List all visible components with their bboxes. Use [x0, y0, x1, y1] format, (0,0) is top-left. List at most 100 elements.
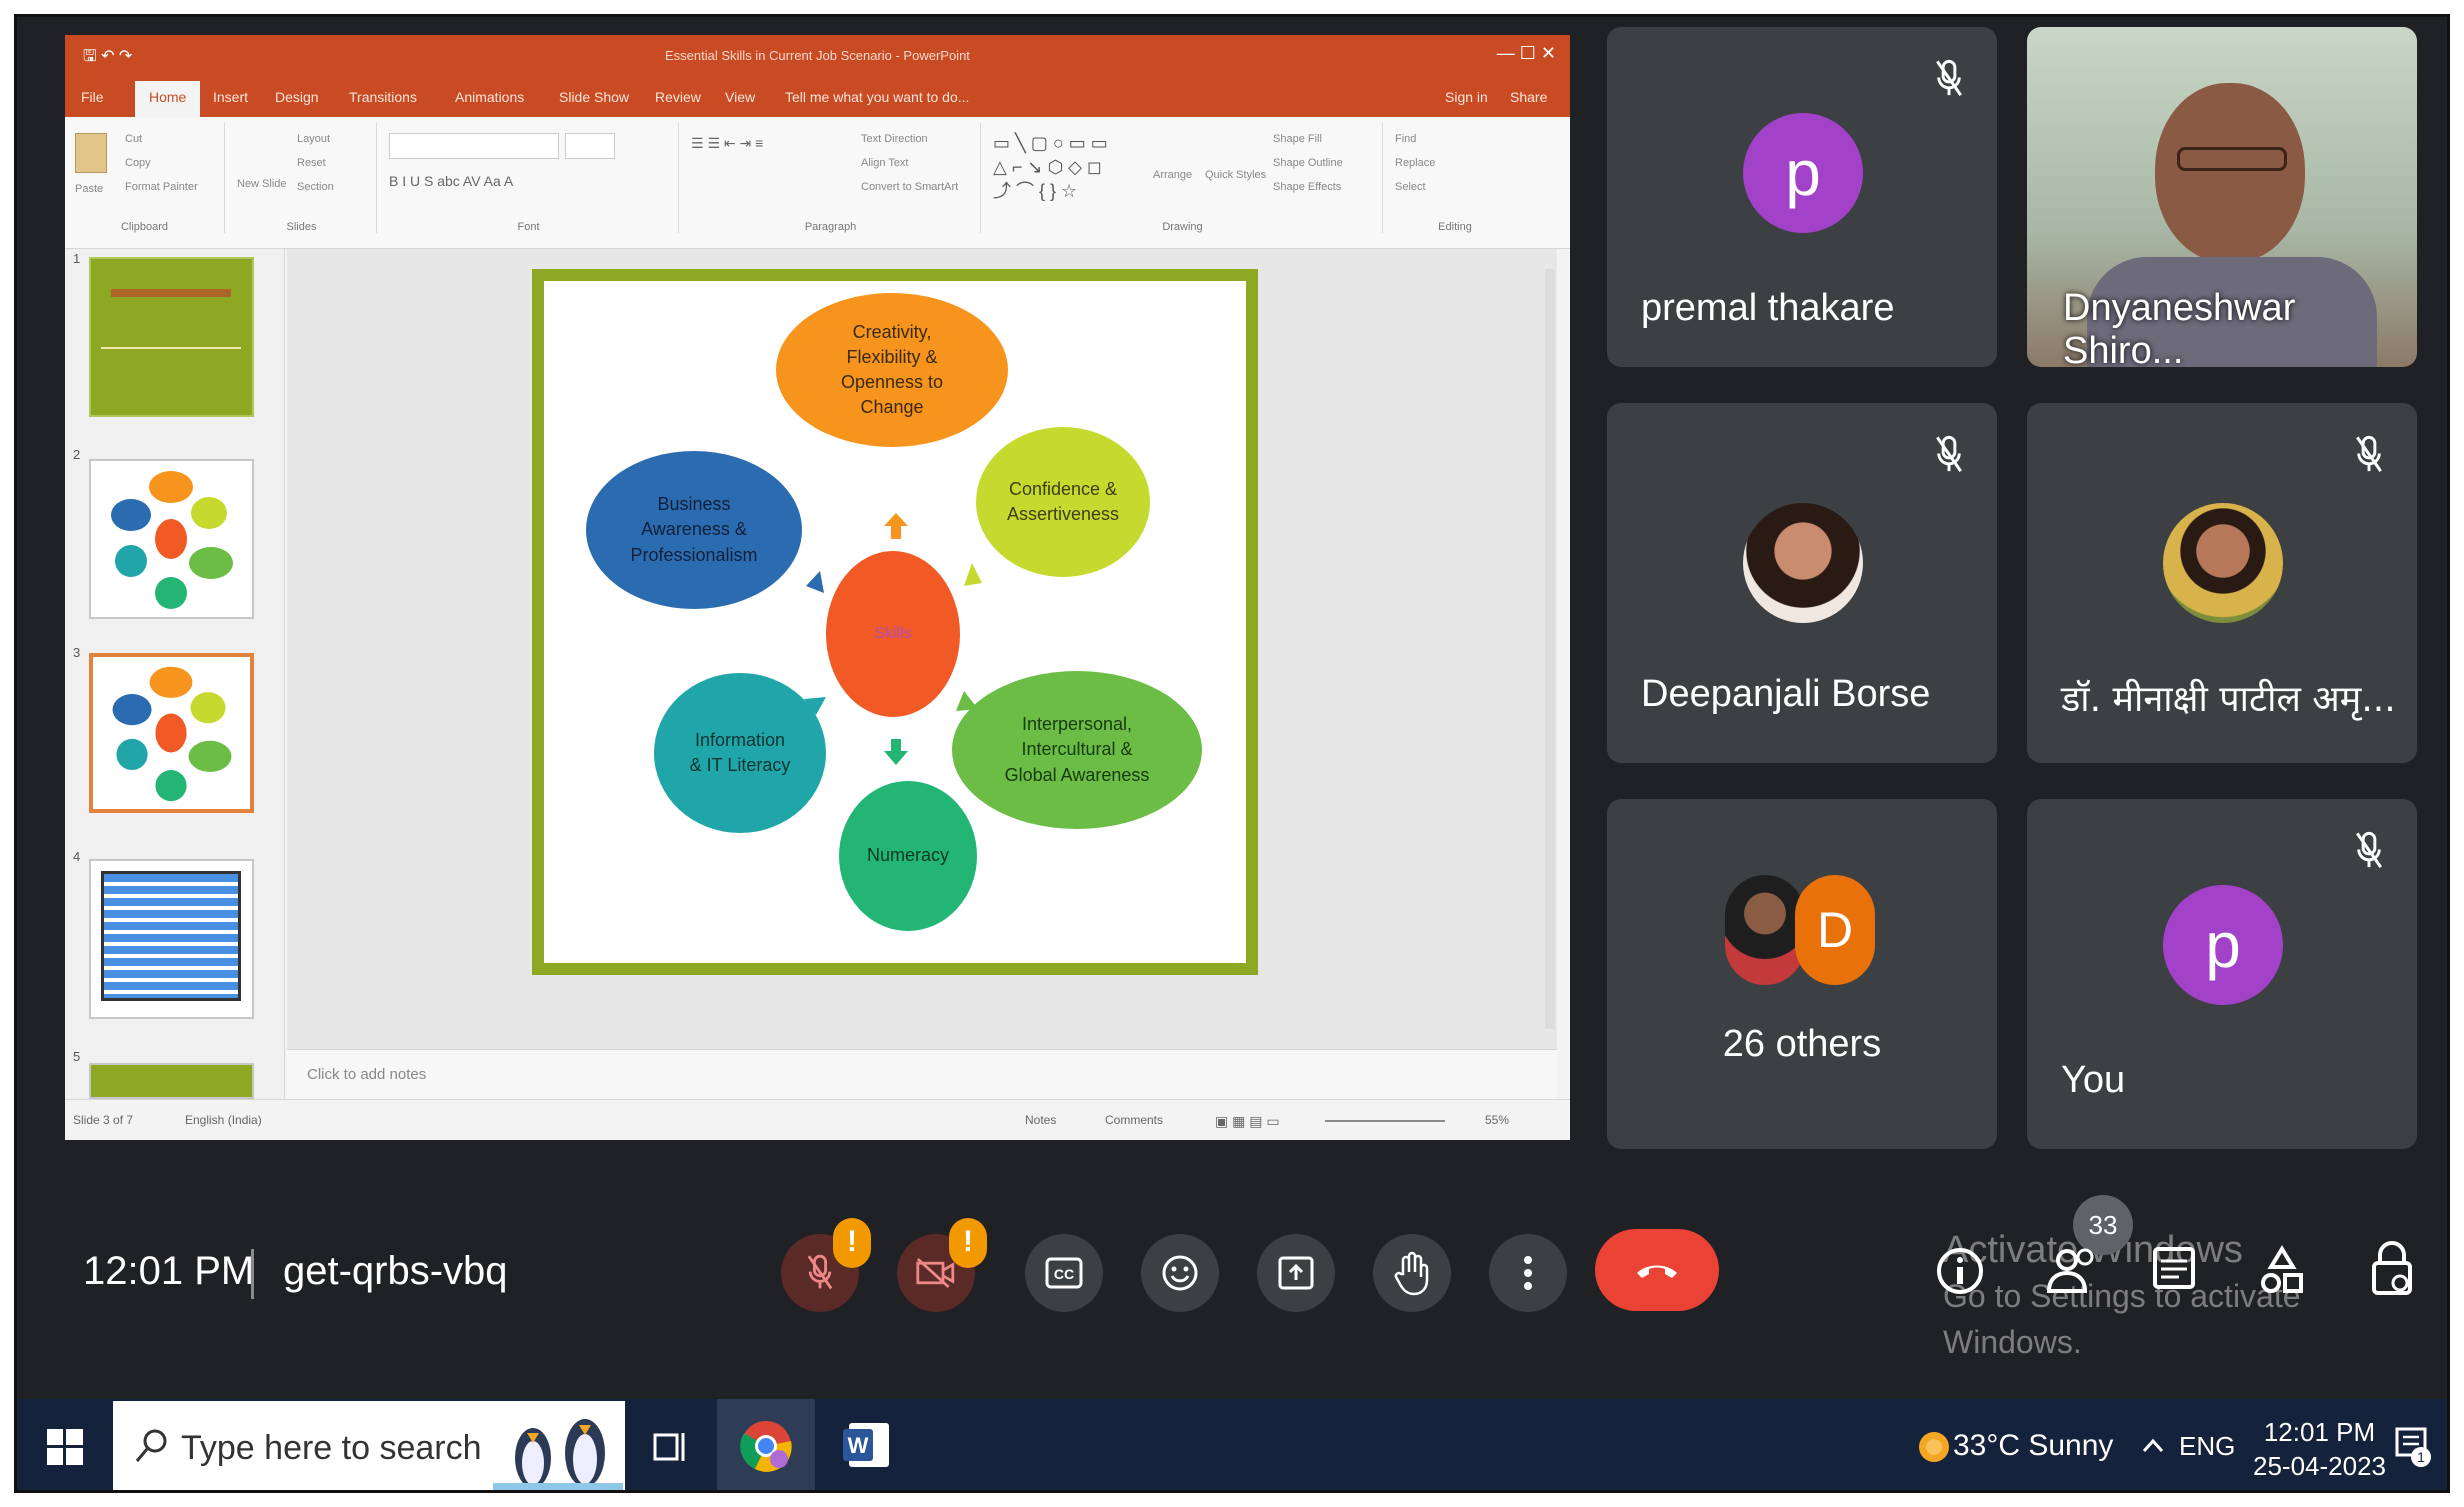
tile-others[interactable]: D 26 others — [1607, 799, 1997, 1149]
cut-button[interactable]: Cut — [125, 133, 142, 145]
tile-dnyaneshwar-video[interactable]: Dnyaneshwar Shiro... — [2027, 27, 2417, 367]
mic-off-icon — [2356, 435, 2382, 472]
windows-start-icon[interactable] — [47, 1429, 83, 1465]
copy-button[interactable]: Copy — [125, 157, 151, 169]
layout-button[interactable]: Layout — [297, 133, 330, 145]
input-language[interactable]: ENG — [2179, 1431, 2235, 1462]
status-comments-button[interactable]: Comments — [1105, 1113, 1163, 1127]
raise-hand-button[interactable] — [1373, 1234, 1451, 1312]
shape-fill-button[interactable]: Shape Fill — [1273, 133, 1322, 145]
smartart-button[interactable]: Convert to SmartArt — [861, 181, 958, 193]
zoom-slider[interactable] — [1325, 1120, 1445, 1122]
tab-insert[interactable]: Insert — [213, 89, 248, 105]
present-screen-button[interactable] — [1257, 1234, 1335, 1312]
shape-outline-button[interactable]: Shape Outline — [1273, 157, 1343, 169]
leave-call-button[interactable] — [1595, 1229, 1719, 1311]
slide-thumbnail-1[interactable] — [89, 257, 254, 417]
view-buttons[interactable]: ▣ ▦ ▤ ▭ — [1215, 1113, 1280, 1130]
paragraph-label: Paragraph — [804, 221, 857, 233]
font-format-buttons[interactable]: B I U S abc AV Aa A — [389, 173, 513, 189]
clock-date: 25-04-2023 — [2253, 1451, 2386, 1481]
taskbar-search-box[interactable]: Type here to search — [113, 1401, 625, 1490]
font-size-box[interactable] — [565, 133, 615, 159]
slide-scrollbar[interactable] — [1545, 269, 1555, 1029]
tile-deepanjali-borse[interactable]: Deepanjali Borse — [1607, 403, 1997, 763]
reactions-button[interactable] — [1141, 1234, 1219, 1312]
node-numeracy: Numeracy — [839, 781, 977, 931]
chrome-taskbar-button[interactable] — [717, 1399, 815, 1490]
format-painter-button[interactable]: Format Painter — [125, 181, 198, 193]
notes-pane[interactable]: Click to add notes — [287, 1049, 1557, 1099]
notification-center-button[interactable]: 1 — [2393, 1425, 2433, 1471]
reset-button[interactable]: Reset — [297, 157, 326, 169]
chevron-up-icon[interactable] — [2141, 1435, 2165, 1457]
replace-button[interactable]: Replace — [1395, 157, 1435, 169]
text-direction-button[interactable]: Text Direction — [861, 133, 928, 145]
quick-styles-button[interactable]: Quick Styles — [1205, 169, 1266, 181]
tell-me-box[interactable]: Tell me what you want to do... — [785, 89, 969, 105]
status-notes-button[interactable]: Notes — [1025, 1113, 1056, 1127]
people-icon[interactable] — [2043, 1243, 2101, 1299]
more-options-button[interactable] — [1489, 1234, 1567, 1312]
powerpoint-window: 🖫 ↶ ↷ Essential Skills in Current Job Sc… — [65, 35, 1570, 1140]
shape-effects-button[interactable]: Shape Effects — [1273, 181, 1341, 193]
meeting-info-icon[interactable] — [1935, 1243, 1985, 1299]
hang-up-icon — [1637, 1265, 1677, 1278]
tab-design[interactable]: Design — [275, 89, 319, 105]
shapes-gallery[interactable]: ▭ ╲ ▢ ○ ▭ ▭ △ ⌐ ↘ ⬡ ◇ ◻ ⤴ ⌒ { } ☆ — [993, 131, 1108, 203]
camera-toggle-button[interactable]: ! — [897, 1218, 987, 1312]
task-view-icon[interactable] — [653, 1429, 689, 1465]
editing-label: Editing — [1438, 221, 1472, 233]
paragraph-buttons[interactable]: ☰ ☰ ⇤ ⇥ ≡ — [691, 135, 763, 152]
clock-time: 12:01 PM — [2263, 1417, 2376, 1447]
paste-icon[interactable] — [75, 133, 107, 173]
screenshot-frame: { "presentation": { "window_title": "Ess… — [0, 0, 2464, 1507]
tab-home[interactable]: Home — [135, 81, 201, 117]
window-controls[interactable]: — ☐ ✕ — [1497, 43, 1556, 64]
tab-file[interactable]: File — [81, 89, 104, 105]
tile-premal-thakare[interactable]: p premal thakare — [1607, 27, 1997, 367]
system-clock[interactable]: 12:01 PM 25-04-2023 — [2253, 1415, 2386, 1483]
tab-slide-show[interactable]: Slide Show — [559, 89, 629, 105]
weather-text[interactable]: 33°C Sunny — [1953, 1429, 2113, 1463]
chat-icon[interactable] — [2149, 1243, 2199, 1299]
paste-button[interactable]: Paste — [75, 183, 103, 195]
ppt-window-title: Essential Skills in Current Job Scenario… — [665, 48, 970, 63]
current-slide[interactable]: Creativity, Flexibility & Openness to Chang… — [532, 269, 1258, 975]
slide-thumbnail-3[interactable] — [89, 653, 254, 813]
captions-button[interactable]: CC — [1025, 1234, 1103, 1312]
activities-icon[interactable] — [2257, 1243, 2307, 1299]
font-name-box[interactable] — [389, 133, 559, 159]
slide-thumbnail-5[interactable] — [89, 1063, 254, 1099]
zoom-level[interactable]: 55% — [1485, 1113, 1509, 1127]
slide-thumbnail-4[interactable] — [89, 859, 254, 1019]
thumb-table — [101, 871, 241, 1001]
sign-in-link[interactable]: Sign in — [1445, 89, 1488, 105]
tile-you[interactable]: p You — [2027, 799, 2417, 1149]
mic-toggle-button[interactable]: ! — [781, 1218, 871, 1312]
host-controls-lock-icon[interactable] — [2367, 1239, 2417, 1299]
thumb-diagram-3 — [112, 666, 232, 802]
status-language[interactable]: English (India) — [185, 1113, 262, 1127]
section-button[interactable]: Section — [297, 181, 334, 193]
tab-view[interactable]: View — [725, 89, 755, 105]
speaker-face — [2155, 83, 2305, 263]
node-creativity: Creativity, Flexibility & Openness to Chang… — [776, 293, 1008, 447]
word-taskbar-button[interactable]: W — [827, 1399, 907, 1490]
share-button[interactable]: Share — [1510, 89, 1547, 105]
find-button[interactable]: Find — [1395, 133, 1416, 145]
arrange-button[interactable]: Arrange — [1153, 169, 1192, 181]
tab-animations[interactable]: Animations — [455, 89, 524, 105]
tab-review[interactable]: Review — [655, 89, 701, 105]
tab-transitions[interactable]: Transitions — [349, 89, 417, 105]
tile-meenakshi-patil[interactable]: डॉ. मीनाक्षी पाटील अमृ... — [2027, 403, 2417, 763]
save-icon[interactable]: 🖫 ↶ ↷ — [83, 45, 132, 72]
select-button[interactable]: Select — [1395, 181, 1426, 193]
present-icon — [1278, 1256, 1314, 1290]
new-slide-button[interactable]: New Slide — [237, 178, 287, 190]
align-text-button[interactable]: Align Text — [861, 157, 909, 169]
ppt-ribbon: Paste Cut Copy Format Painter Clipboard … — [65, 117, 1570, 249]
slide-thumbnail-2[interactable] — [89, 459, 254, 619]
meeting-code[interactable]: get-qrbs-vbq — [283, 1249, 508, 1294]
font-label: Font — [517, 221, 540, 233]
